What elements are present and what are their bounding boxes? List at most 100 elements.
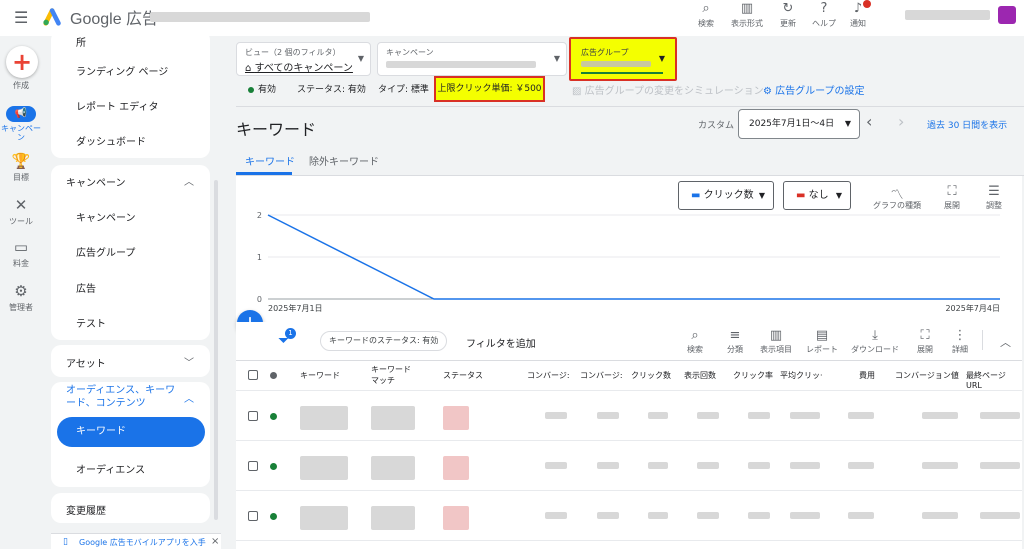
chevron-right-icon[interactable]: › [898,112,904,131]
row-divider [236,490,1022,491]
sidebar-item-truncated[interactable]: 所 [76,34,86,49]
keyword-table-panel [236,322,1022,549]
header-action-label: 通知 [850,19,866,28]
sidebar-item-adgroups[interactable]: 広告グループ [76,244,135,259]
notifications-button[interactable]: ♪ 通知 [838,0,878,36]
redacted-cell [922,412,958,419]
rail-label: 料金 [13,259,29,268]
table-header-divider [236,360,1022,361]
column-header-avg-cpc[interactable]: 平均クリッ· [780,370,823,381]
table-search-button[interactable]: ⌕ 検索 [681,328,709,355]
sidebar-item-landing-pages[interactable]: ランディング ページ [76,63,168,78]
rail-item-goals[interactable]: 🏆 目標 [0,152,42,183]
column-header-conversion-value[interactable]: コンバージョン値 [895,370,959,381]
campaign-filter[interactable]: キャンペーン ▼ [377,42,567,76]
sidebar-item-change-history[interactable]: 変更履歴 [66,502,106,517]
redacted-cell [443,506,469,530]
date-range-label: カスタム [698,121,735,131]
metric2-value: なし [808,190,829,201]
columns-button[interactable]: ▥ 表示項目 [758,328,794,355]
status-text: ステータス: 有効 [297,85,366,95]
redacted-cell [922,462,958,469]
chart-grid [268,214,1000,300]
last-30-days-link[interactable]: 過去 30 日間を表示 [927,118,1007,131]
redacted-cell [748,462,770,469]
redacted-cell [980,412,1020,419]
header-action-label: ヘルプ [812,19,836,28]
adgroup-settings-link[interactable]: ⚙ 広告グループの設定 [763,82,865,97]
tab-keywords[interactable]: キーワード [245,153,295,168]
redacted-cell [922,512,958,519]
column-header-conversions-1[interactable]: コンバージ: [527,370,570,381]
view-filter-label: ビュー（2 個のフィルタ） [245,48,341,57]
column-header-clicks[interactable]: クリック数 [631,370,671,381]
chevron-left-icon[interactable]: ‹ [866,112,872,131]
chevron-down-icon[interactable]: ﹀ [184,354,194,369]
mobile-app-banner[interactable]: ▯ Google 広告モバイルアプリを入手 × [51,533,221,549]
column-header-final-url[interactable]: 最終ページ URL [966,370,1024,390]
chevron-up-icon[interactable]: ︿ [1000,334,1011,350]
adgroup-filter[interactable]: 広告グループ ▼ [569,37,677,81]
date-range-picker[interactable]: 2025年7月1日～4日 ▼ [738,109,860,139]
display-format-button[interactable]: ▥ 表示形式 [726,0,768,36]
segment-button[interactable]: ≡ 分類 [721,328,749,355]
sidebar-item-ads[interactable]: 広告 [76,280,96,295]
table-expand-button[interactable]: ⛶ 展開 [911,328,939,355]
sidebar-item-keywords[interactable]: キーワード [57,417,205,447]
sidebar-item-dashboards[interactable]: ダッシュボード [76,133,146,148]
redacted-cell [697,412,719,419]
rail-item-tools[interactable]: ✕ ツール [0,196,42,227]
redacted-cell [790,462,820,469]
sidebar-section-audiences[interactable]: オーディエンス、キーワード、コンテンツ [66,384,184,410]
rail-item-admin[interactable]: ⚙ 管理者 [0,282,42,313]
megaphone-icon[interactable]: 📢 [6,106,36,122]
column-header-cost[interactable]: 費用 [859,370,875,381]
more-button[interactable]: ⋮ 詳細 [946,328,974,355]
header-search-button[interactable]: ⌕ 検索 [686,0,726,36]
columns-icon: ▥ [769,328,783,343]
status-column-dot [270,372,277,379]
page-title: キーワード [236,120,317,139]
column-header-impressions[interactable]: 表示回数 [684,370,716,381]
refresh-button[interactable]: ↻ 更新 [768,0,808,36]
product-name: Google 広告 [70,11,159,28]
sidebar-item-experiments[interactable]: テスト [76,315,106,330]
sidebar-section-assets[interactable]: アセット [66,355,106,370]
tab-negative-keywords[interactable]: 除外キーワード [309,153,379,168]
avatar[interactable] [998,6,1016,24]
create-button[interactable]: + [6,46,38,78]
column-header-match-type[interactable]: キーワード マッチ [371,364,411,386]
mobile-app-link[interactable]: Google 広告モバイルアプリを入手 [79,537,206,548]
sidebar-section-campaigns[interactable]: キャンペーン [66,174,126,189]
chevron-up-icon[interactable]: ︿ [184,390,194,405]
redacted-cell [790,512,820,519]
simulate-changes-button[interactable]: ▨ 広告グループの変更をシミュレーション [572,82,764,97]
close-icon[interactable]: × [211,536,219,547]
chart-x-ticks: 2025年7月1日 2025年7月4日 [268,303,1000,313]
redacted-cell [848,462,874,469]
column-header-ctr[interactable]: クリック率 [733,370,773,381]
sidebar-item-audiences[interactable]: オーディエンス [76,461,145,476]
select-all-checkbox[interactable] [248,370,258,380]
sidebar-scrollbar[interactable] [214,180,218,520]
row-divider [236,440,1022,441]
sidebar-item-campaigns[interactable]: キャンペーン [76,209,136,224]
column-header-conversions-2[interactable]: コンバージ: [580,370,623,381]
column-header-keyword[interactable]: キーワード [300,370,340,381]
rail-item-campaigns[interactable]: キャンペーン [0,124,42,142]
chevron-up-icon[interactable]: ︿ [184,173,194,188]
row-checkbox[interactable] [248,411,258,421]
row-checkbox[interactable] [248,511,258,521]
sidebar-item-report-editor[interactable]: レポート エディタ [76,98,158,113]
column-header-status[interactable]: ステータス [443,370,483,381]
rail-item-billing[interactable]: ▭ 料金 [0,238,42,269]
status-dot [270,463,277,470]
add-filter-button[interactable]: フィルタを追加 [466,335,536,350]
home-icon: ⌂ [245,63,255,74]
hamburger-menu-icon[interactable]: ☰ [14,8,28,27]
view-filter[interactable]: ビュー（2 個のフィルタ） ⌂ すべてのキャンペーン ▼ [236,42,371,76]
reports-button[interactable]: ▤ レポート [804,328,840,355]
download-button[interactable]: ⤓ ダウンロード [849,328,901,355]
row-checkbox[interactable] [248,461,258,471]
keyword-status-filter-chip[interactable]: キーワードのステータス: 有効 [320,331,448,351]
